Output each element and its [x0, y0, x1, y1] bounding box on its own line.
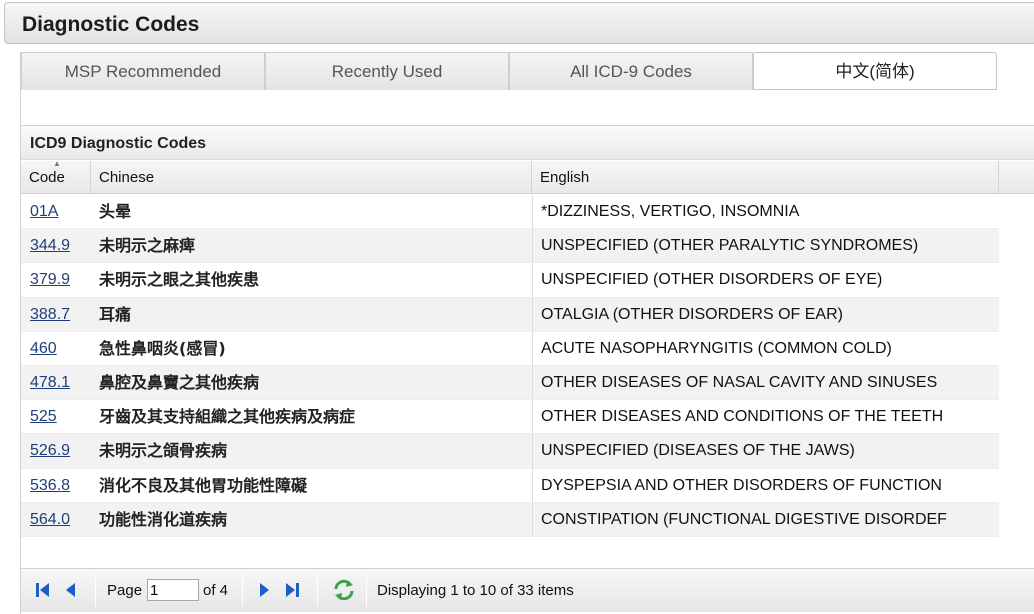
- pager-separator: [95, 575, 96, 607]
- chinese-cell: 功能性消化道疾病: [99, 509, 228, 529]
- table-row[interactable]: 525 牙齒及其支持組織之其他疾病及病症 OTHER DISEASES AND …: [21, 400, 999, 435]
- code-link[interactable]: 536.8: [30, 477, 70, 495]
- column-header-chinese-label: Chinese: [99, 169, 155, 186]
- diagnostic-codes-panel: MSP Recommended Recently Used All ICD-9 …: [20, 52, 1034, 614]
- english-cell: CONSTIPATION (FUNCTIONAL DIGESTIVE DISOR…: [532, 502, 999, 536]
- column-headers: ▲ Code Chinese English: [21, 159, 1034, 194]
- grid-header: ICD9 Diagnostic Codes: [21, 125, 1034, 160]
- english-cell: OTHER DISEASES AND CONDITIONS OF THE TEE…: [532, 400, 999, 434]
- english-cell: UNSPECIFIED (OTHER PARALYTIC SYNDROMES): [532, 229, 999, 263]
- chinese-cell: 未明示之眼之其他疾患: [99, 270, 260, 290]
- tab-chinese-simplified[interactable]: 中文(简体): [753, 52, 997, 90]
- chinese-cell: 牙齒及其支持組織之其他疾病及病症: [99, 407, 356, 427]
- table-row[interactable]: 536.8 消化不良及其他胃功能性障礙 DYSPEPSIA AND OTHER …: [21, 468, 999, 503]
- english-cell: ACUTE NASOPHARYNGITIS (COMMON COLD): [532, 331, 999, 365]
- code-link[interactable]: 478.1: [30, 374, 70, 392]
- chinese-cell: 未明示之頜骨疾病: [99, 441, 228, 461]
- chinese-cell: 耳痛: [99, 304, 132, 324]
- english-cell: OTHER DISEASES OF NASAL CAVITY AND SINUS…: [532, 365, 999, 400]
- code-link[interactable]: 01A: [30, 203, 58, 221]
- tab-strip: MSP Recommended Recently Used All ICD-9 …: [21, 52, 1034, 90]
- column-header-english[interactable]: English: [532, 161, 999, 194]
- table-row[interactable]: 460 急性鼻咽炎(感冒) ACUTE NASOPHARYNGITIS (COM…: [21, 331, 999, 366]
- code-link[interactable]: 526.9: [30, 442, 70, 460]
- refresh-icon[interactable]: [332, 578, 356, 602]
- tab-all-icd9-codes[interactable]: All ICD-9 Codes: [509, 52, 753, 90]
- prev-page-icon[interactable]: [61, 580, 81, 600]
- table-row[interactable]: 379.9 未明示之眼之其他疾患 UNSPECIFIED (OTHER DISO…: [21, 263, 999, 298]
- first-page-icon[interactable]: [33, 580, 53, 600]
- grid-body: 01A 头晕 *DIZZINESS, VERTIGO, INSOMNIA 344…: [21, 195, 999, 537]
- english-cell: UNSPECIFIED (OTHER DISORDERS OF EYE): [532, 263, 999, 297]
- chinese-cell: 鼻腔及鼻竇之其他疾病: [99, 372, 260, 392]
- code-link[interactable]: 388.7: [30, 306, 70, 324]
- last-page-icon[interactable]: [282, 580, 302, 600]
- column-header-code-label: Code: [29, 169, 65, 186]
- next-page-icon[interactable]: [254, 580, 274, 600]
- english-cell: OTALGIA (OTHER DISORDERS OF EAR): [532, 297, 999, 331]
- pager-separator: [366, 575, 367, 607]
- window-title: Diagnostic Codes: [22, 13, 200, 36]
- table-row[interactable]: 526.9 未明示之頜骨疾病 UNSPECIFIED (DISEASES OF …: [21, 434, 999, 469]
- column-header-code[interactable]: ▲ Code: [21, 159, 91, 194]
- grid-title: ICD9 Diagnostic Codes: [30, 135, 207, 152]
- table-row[interactable]: 01A 头晕 *DIZZINESS, VERTIGO, INSOMNIA: [21, 195, 999, 230]
- page-count-label: of 4: [203, 582, 229, 599]
- tab-msp-recommended[interactable]: MSP Recommended: [21, 52, 265, 90]
- tab-recently-used[interactable]: Recently Used: [265, 52, 509, 90]
- table-row[interactable]: 344.9 未明示之麻痺 UNSPECIFIED (OTHER PARALYTI…: [21, 229, 999, 264]
- code-link[interactable]: 379.9: [30, 271, 70, 289]
- pagination-info: Displaying 1 to 10 of 33 items: [377, 582, 574, 599]
- chinese-cell: 消化不良及其他胃功能性障礙: [99, 475, 308, 495]
- code-link[interactable]: 460: [30, 340, 57, 358]
- code-link[interactable]: 344.9: [30, 237, 70, 255]
- pager-separator: [317, 575, 318, 607]
- pager-separator: [242, 575, 243, 607]
- english-cell: UNSPECIFIED (DISEASES OF THE JAWS): [532, 434, 999, 468]
- column-header-english-label: English: [540, 169, 590, 186]
- pagination-bar: Page of 4 Displaying 1 to 10 of 33 items: [21, 568, 1034, 612]
- chinese-cell: 未明示之麻痺: [99, 236, 196, 256]
- chinese-cell: 头晕: [99, 202, 132, 221]
- table-row[interactable]: 388.7 耳痛 OTALGIA (OTHER DISORDERS OF EAR…: [21, 297, 999, 332]
- page-number-input[interactable]: [147, 579, 199, 601]
- column-header-chinese[interactable]: Chinese: [91, 161, 532, 194]
- english-cell: *DIZZINESS, VERTIGO, INSOMNIA: [532, 195, 999, 229]
- code-link[interactable]: 525: [30, 408, 57, 426]
- table-row[interactable]: 478.1 鼻腔及鼻竇之其他疾病 OTHER DISEASES OF NASAL…: [21, 365, 999, 401]
- page-label: Page: [107, 582, 143, 599]
- english-cell: DYSPEPSIA AND OTHER DISORDERS OF FUNCTIO…: [532, 468, 999, 502]
- chinese-cell: 急性鼻咽炎(感冒): [99, 338, 226, 358]
- table-row[interactable]: 564.0 功能性消化道疾病 CONSTIPATION (FUNCTIONAL …: [21, 502, 999, 537]
- title-bar: Diagnostic Codes: [4, 2, 1034, 44]
- code-link[interactable]: 564.0: [30, 511, 70, 529]
- sort-ascending-icon: ▲: [53, 159, 61, 168]
